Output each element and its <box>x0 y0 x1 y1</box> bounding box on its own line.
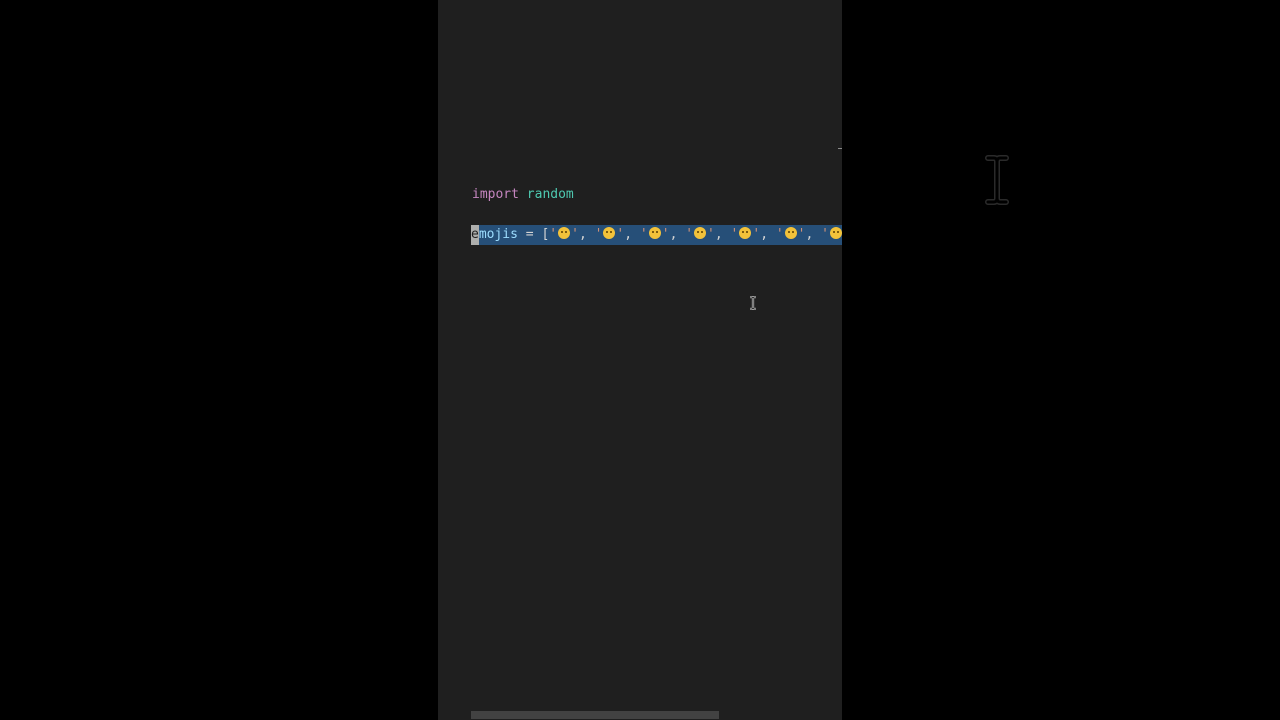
string-quote: ' <box>549 227 558 242</box>
text-cursor-icon <box>750 296 756 310</box>
variable-name: mojis <box>478 227 518 242</box>
overview-ruler-mark <box>838 148 842 149</box>
string-quote: ' <box>661 227 670 242</box>
emoji-face-icon <box>694 227 707 239</box>
string-quote: ' <box>594 227 603 242</box>
emoji-face-icon <box>784 227 797 239</box>
large-text-cursor-icon <box>985 155 1009 205</box>
emoji-face-icon <box>739 227 752 239</box>
list-separator: , <box>624 227 640 242</box>
keyword-import: import <box>472 187 519 202</box>
emoji-face-icon <box>648 227 661 239</box>
code-editor[interactable]: import random emojis = [' ', ' ', ' ', ' ', … <box>438 0 842 720</box>
string-quote: ' <box>707 227 715 242</box>
emoji-face-icon <box>558 227 571 239</box>
code-line-import[interactable]: import random <box>472 185 574 205</box>
list-separator: , <box>669 227 686 242</box>
assignment-operator: = <box>517 227 542 242</box>
string-quote: ' <box>685 227 694 242</box>
emoji-face-icon <box>829 227 842 239</box>
list-separator: , <box>805 227 822 242</box>
screen: import random emojis = [' ', ' ', ' ', ' ', … <box>0 0 1280 720</box>
list-separator: , <box>578 227 595 242</box>
horizontal-scrollbar[interactable] <box>471 711 719 719</box>
string-quote: ' <box>571 227 579 242</box>
string-quote: ' <box>639 227 648 242</box>
string-quote: ' <box>797 227 806 242</box>
text-caret: e <box>471 225 479 245</box>
string-quote: ' <box>730 227 739 242</box>
module-name: random <box>526 187 574 202</box>
string-quote: ' <box>821 227 829 242</box>
string-quote: ' <box>752 227 761 242</box>
string-quote: ' <box>775 227 784 242</box>
emoji-list: ' ', ' ', ' ', ' ', ' ', ' ', ' <box>549 227 842 242</box>
code-line-emojis[interactable]: emojis = [' ', ' ', ' ', ' ', ' ', ' ', ' <box>471 225 842 245</box>
emoji-face-icon <box>603 227 616 239</box>
list-separator: , <box>760 227 776 242</box>
list-separator: , <box>714 227 731 242</box>
